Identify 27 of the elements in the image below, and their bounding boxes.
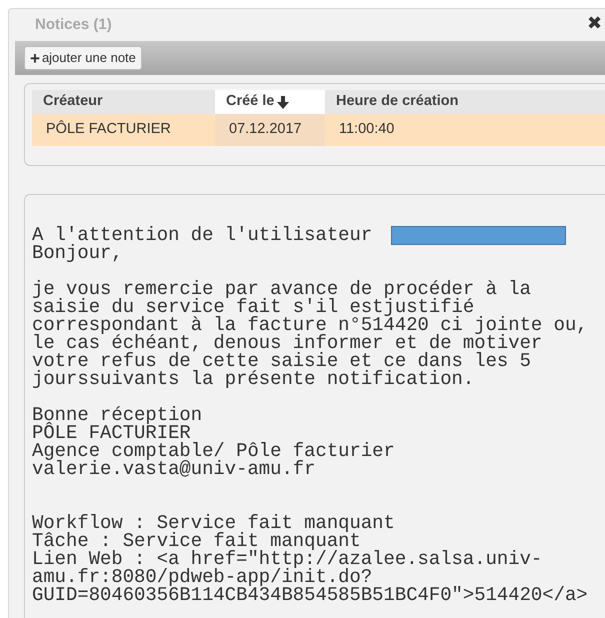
- panel-title: Notices (1): [35, 14, 112, 35]
- message-line: correspondant à la facture n°514420 ci jointe ou,: [32, 316, 588, 334]
- close-icon[interactable]: ✖: [587, 14, 602, 32]
- message-line: le cas échéant, denous informer et de motiver: [32, 334, 542, 352]
- sort-down-arrow-icon: [277, 96, 290, 108]
- table-cell: 07.12.2017: [215, 114, 325, 146]
- column-header[interactable]: Créateur: [32, 90, 215, 114]
- message-line: Workflow : Service fait manquant: [32, 514, 395, 532]
- message-line: jourssuivants la présente notification.: [32, 370, 474, 388]
- table-row[interactable]: PÔLE FACTURIER 07.12.2017 11:00:40: [32, 114, 605, 146]
- message-line: A l'attention de l'utilisateur: [32, 226, 374, 244]
- message-line: amu.fr:8080/pdweb-app/init.do?: [32, 568, 372, 586]
- table-cell-text: 11:00:40: [338, 120, 396, 140]
- column-header[interactable]: Heure de création: [325, 90, 605, 114]
- message-line: PÔLE FACTURIER: [32, 424, 191, 442]
- message-line: Agence comptable/ Pôle facturier: [32, 442, 395, 460]
- message-line: valerie.vasta@univ-amu.fr: [32, 460, 316, 478]
- message-line: saisie du service fait s'il estjustifié: [32, 298, 474, 316]
- message-line: votre refus de cette saisie et ce dans les 5: [32, 352, 531, 370]
- message-line: Bonjour,: [32, 244, 123, 262]
- column-header[interactable]: Créé le: [215, 90, 325, 114]
- message-line: je vous remercie par avance de procéder à la: [32, 280, 531, 298]
- message-line: Tâche : Service fait manquant: [32, 532, 361, 550]
- message-line: GUID=80460356B114CB434B854585B51BC4F0">514420</a>: [32, 586, 588, 604]
- table-cell-text: PÔLE FACTURIER: [45, 119, 172, 140]
- add-note-button[interactable]: +ajouter une note: [24, 46, 142, 70]
- message-line: Lien Web : <a href="http://azalee.salsa.univ-: [32, 550, 542, 568]
